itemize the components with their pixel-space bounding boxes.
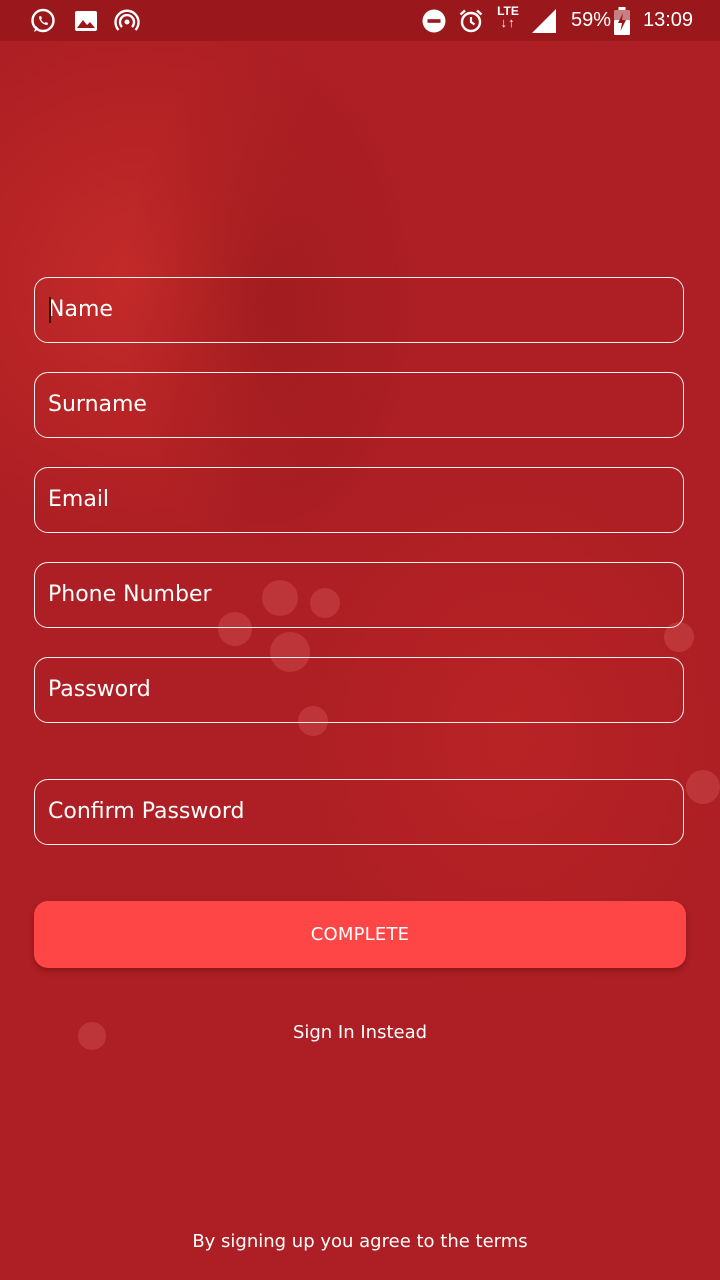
sign-in-instead-link[interactable]: Sign In Instead xyxy=(0,1022,720,1043)
do-not-disturb-icon xyxy=(422,9,446,33)
text-cursor xyxy=(49,297,51,323)
status-time: 13:09 xyxy=(643,9,694,31)
name-field[interactable] xyxy=(34,277,684,343)
battery-charging-icon xyxy=(614,7,630,35)
alarm-icon xyxy=(459,9,483,33)
hotspot-icon xyxy=(114,9,140,31)
bokeh-dot xyxy=(686,770,720,804)
confirm-password-input[interactable] xyxy=(48,780,668,843)
password-input[interactable] xyxy=(48,658,668,721)
phone-number-input[interactable] xyxy=(48,563,668,626)
battery-percent: 59% xyxy=(571,9,612,31)
lte-signal-icon: LTE ↓↑ xyxy=(497,4,519,30)
signup-screen: LTE ↓↑ 59% 13:09 COMPLETE Sign In Instea xyxy=(0,0,720,1280)
status-bar: LTE ↓↑ 59% 13:09 xyxy=(0,0,720,41)
confirm-password-field[interactable] xyxy=(34,779,684,845)
complete-button[interactable]: COMPLETE xyxy=(34,901,686,968)
surname-input[interactable] xyxy=(48,373,668,436)
name-input[interactable] xyxy=(48,278,668,341)
phone-number-field[interactable] xyxy=(34,562,684,628)
email-field[interactable] xyxy=(34,467,684,533)
email-input[interactable] xyxy=(48,468,668,531)
terms-text[interactable]: By signing up you agree to the terms xyxy=(0,1231,720,1252)
gallery-icon xyxy=(75,11,97,31)
password-field[interactable] xyxy=(34,657,684,723)
whatsapp-icon xyxy=(31,8,55,33)
surname-field[interactable] xyxy=(34,372,684,438)
cell-signal-icon xyxy=(532,9,556,33)
